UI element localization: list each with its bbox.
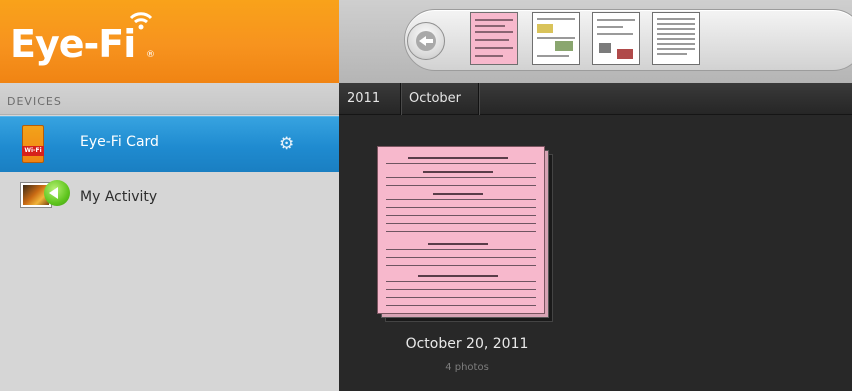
thumbnail-3[interactable]	[592, 12, 640, 65]
thumbnail-1[interactable]	[470, 12, 518, 65]
gear-icon[interactable]: ⚙	[279, 134, 294, 154]
logo-header: Eye-Fi ®	[0, 0, 339, 83]
eyefi-logo: Eye-Fi	[10, 22, 136, 66]
breadcrumb-year[interactable]: 2011	[339, 83, 401, 115]
sidebar-item-eyefi-card[interactable]: Wi-Fi Eye-Fi Card ⚙	[0, 116, 339, 172]
main-content: 2011 October October 20, 2011 4 photos	[339, 83, 852, 391]
breadcrumb: 2011 October	[339, 83, 852, 115]
refresh-arrow-icon	[44, 180, 70, 206]
wifi-signal-icon	[129, 12, 153, 30]
back-button[interactable]	[407, 22, 445, 60]
eyefi-card-icon: Wi-Fi	[22, 125, 44, 163]
breadcrumb-month[interactable]: October	[401, 83, 479, 115]
album-cover-photo[interactable]	[377, 146, 545, 314]
sidebar-item-my-activity[interactable]	[0, 172, 339, 228]
thumbnail-4[interactable]	[652, 12, 700, 65]
sidebar-item-label: Eye-Fi Card	[80, 134, 159, 150]
card-badge: Wi-Fi	[22, 146, 44, 156]
sidebar: DEVICES Wi-Fi Eye-Fi Card ⚙ My Activity	[0, 83, 339, 391]
back-arrow-icon	[416, 31, 436, 51]
devices-header: DEVICES	[0, 83, 339, 115]
thumbnail-2[interactable]	[532, 12, 580, 65]
sidebar-item-label: My Activity	[80, 189, 158, 205]
devices-section-label: DEVICES	[7, 95, 62, 108]
album-photo-count: 4 photos	[445, 362, 489, 373]
registered-mark: ®	[146, 50, 155, 60]
album-title[interactable]: October 20, 2011	[377, 336, 557, 352]
